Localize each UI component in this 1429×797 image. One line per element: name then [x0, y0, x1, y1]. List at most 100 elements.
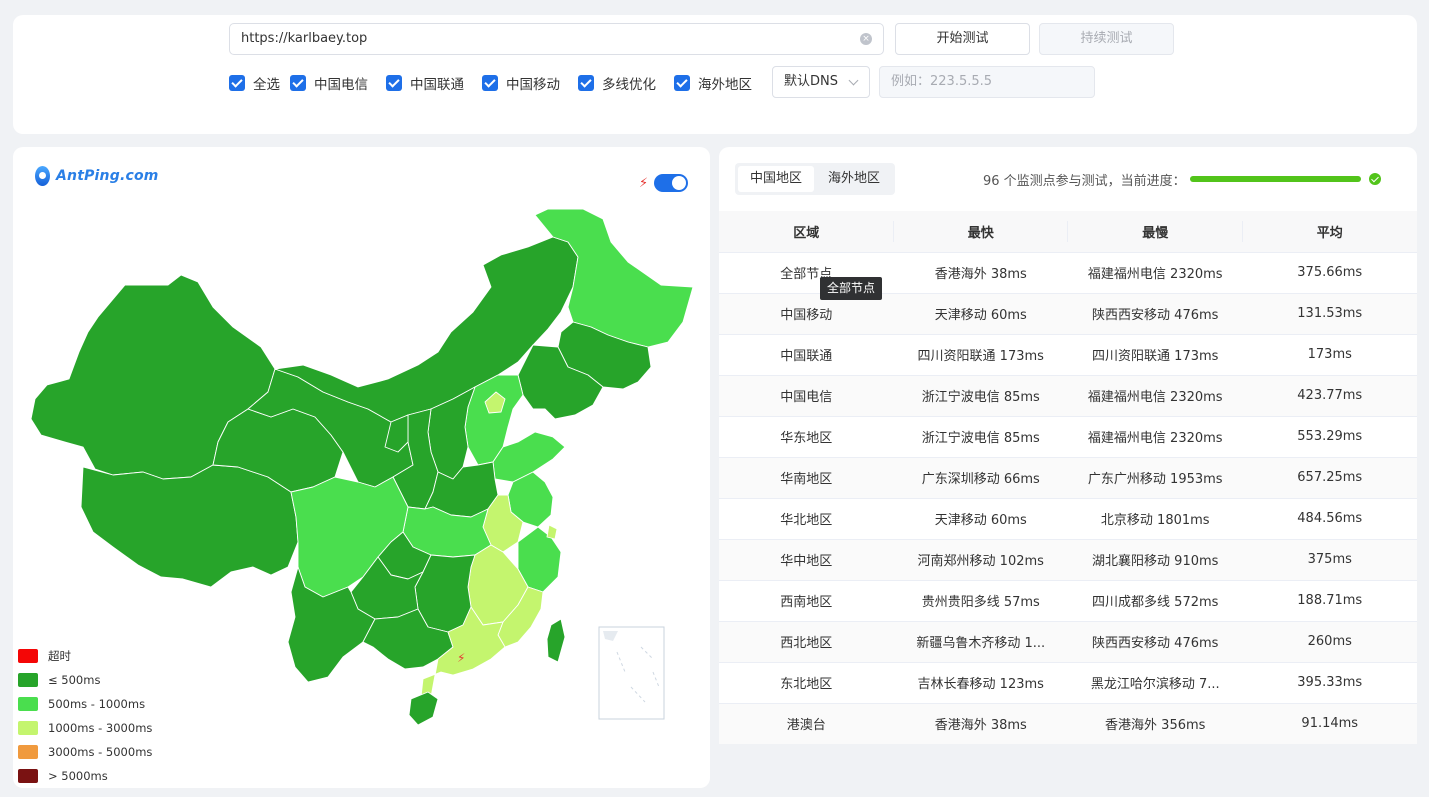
- table-row[interactable]: 华北地区 天津移动 60ms 北京移动 1801ms 484.56ms: [719, 498, 1417, 540]
- cell-region: 港澳台: [719, 703, 894, 744]
- checkbox-icon[interactable]: [578, 75, 594, 91]
- table-row[interactable]: 华东地区 浙江宁波电信 85ms 福建福州电信 2320ms 553.29ms: [719, 416, 1417, 458]
- cell-average: 657.25ms: [1242, 457, 1417, 499]
- cell-fastest: 天津移动 60ms: [893, 498, 1068, 540]
- table-row[interactable]: 港澳台 香港海外 38ms 香港海外 356ms 91.14ms: [719, 703, 1417, 744]
- cell-fastest: 香港海外 38ms: [893, 703, 1068, 744]
- cell-slowest: 四川成都多线 572ms: [1068, 580, 1243, 622]
- checkbox-select-all[interactable]: 全选: [229, 73, 280, 93]
- table-row[interactable]: 中国联通 四川资阳联通 173ms 四川资阳联通 173ms 173ms: [719, 334, 1417, 376]
- dns-server-input[interactable]: 例如：223.5.5.5: [879, 66, 1095, 98]
- cell-slowest: 陕西西安移动 476ms: [1068, 293, 1243, 335]
- checkbox-multiline[interactable]: 多线优化: [578, 73, 656, 93]
- progress-label: 96 个监测点参与测试，当前进度：: [983, 174, 1186, 189]
- cell-average: 188.71ms: [1242, 580, 1417, 622]
- cell-region: 东北地区: [719, 662, 894, 704]
- cell-fastest: 贵州贵阳多线 57ms: [893, 580, 1068, 622]
- cell-region: 西北地区: [719, 621, 894, 663]
- legend-swatch: [18, 697, 38, 711]
- legend-item-1000-3000: 1000ms - 3000ms: [18, 721, 152, 735]
- table-header: 区域 最快 最慢 平均: [719, 211, 1417, 253]
- south-china-sea-inset: [598, 626, 665, 720]
- cell-slowest: 四川资阳联通 173ms: [1068, 334, 1243, 376]
- checkbox-unicom[interactable]: 中国联通: [386, 73, 464, 93]
- cell-fastest: 浙江宁波电信 85ms: [893, 375, 1068, 417]
- cell-average: 375ms: [1242, 539, 1417, 581]
- cell-average: 91.14ms: [1242, 703, 1417, 744]
- legend-item-timeout: 超时: [18, 649, 71, 663]
- cell-average: 173ms: [1242, 334, 1417, 376]
- china-latency-map: ⚡︎: [30, 208, 694, 726]
- tab-overseas[interactable]: 海外地区: [816, 166, 892, 192]
- cell-slowest: 福建福州电信 2320ms: [1068, 416, 1243, 458]
- table-row[interactable]: 西北地区 新疆乌鲁木齐移动 1... 陕西西安移动 476ms 260ms: [719, 621, 1417, 663]
- tooltip: 全部节点: [820, 277, 883, 300]
- legend-swatch: [18, 745, 38, 759]
- cell-fastest: 吉林长春移动 123ms: [893, 662, 1068, 704]
- continuous-test-button[interactable]: 持续测试: [1039, 23, 1174, 55]
- cell-region: 华南地区: [719, 457, 894, 499]
- checkbox-icon[interactable]: [229, 75, 245, 91]
- column-header-slowest: 最慢: [1068, 211, 1243, 253]
- cell-region: 中国联通: [719, 334, 894, 376]
- legend-item-gt5000: > 5000ms: [18, 769, 108, 783]
- cell-slowest: 香港海外 356ms: [1068, 703, 1243, 744]
- start-test-button[interactable]: 开始测试: [895, 23, 1030, 55]
- checkbox-overseas[interactable]: 海外地区: [674, 73, 752, 93]
- table-row[interactable]: 华中地区 河南郑州移动 102ms 湖北襄阳移动 910ms 375ms: [719, 539, 1417, 581]
- table-row[interactable]: 东北地区 吉林长春移动 123ms 黑龙江哈尔滨移动 7... 395.33ms: [719, 662, 1417, 704]
- table-row[interactable]: 西南地区 贵州贵阳多线 57ms 四川成都多线 572ms 188.71ms: [719, 580, 1417, 622]
- legend-item-500-1000: 500ms - 1000ms: [18, 697, 145, 711]
- clear-icon[interactable]: ×: [860, 33, 872, 45]
- cell-average: 395.33ms: [1242, 662, 1417, 704]
- cell-fastest: 浙江宁波电信 85ms: [893, 416, 1068, 458]
- region-hainan[interactable]: [408, 691, 439, 726]
- cell-average: 553.29ms: [1242, 416, 1417, 458]
- region-taiwan[interactable]: [546, 618, 566, 663]
- column-header-average: 平均: [1242, 211, 1417, 253]
- legend-swatch: [18, 673, 38, 687]
- progress-fill: [1190, 176, 1361, 182]
- cell-slowest: 湖北襄阳移动 910ms: [1068, 539, 1243, 581]
- cell-average: 260ms: [1242, 621, 1417, 663]
- checkbox-icon[interactable]: [674, 75, 690, 91]
- cell-fastest: 广东深圳移动 66ms: [893, 457, 1068, 499]
- cell-slowest: 陕西西安移动 476ms: [1068, 621, 1243, 663]
- cell-region: 西南地区: [719, 580, 894, 622]
- url-input[interactable]: https://karlbaey.top: [229, 23, 884, 55]
- cell-average: 375.66ms: [1242, 252, 1417, 294]
- region-tibet[interactable]: [80, 464, 299, 588]
- cell-average: 131.53ms: [1242, 293, 1417, 335]
- column-header-fastest: 最快: [893, 211, 1068, 253]
- cell-region: 中国电信: [719, 375, 894, 417]
- region-tabs: 中国地区 海外地区: [735, 163, 895, 195]
- cell-slowest: 福建福州电信 2320ms: [1068, 375, 1243, 417]
- cell-slowest: 黑龙江哈尔滨移动 7...: [1068, 662, 1243, 704]
- cell-region: 华中地区: [719, 539, 894, 581]
- checkbox-telecom[interactable]: 中国电信: [290, 73, 368, 93]
- cell-region: 华北地区: [719, 498, 894, 540]
- tab-china[interactable]: 中国地区: [738, 166, 814, 192]
- table-row[interactable]: 华南地区 广东深圳移动 66ms 广东广州移动 1953ms 657.25ms: [719, 457, 1417, 499]
- column-header-region: 区域: [719, 211, 894, 253]
- table-row[interactable]: 中国电信 浙江宁波电信 85ms 福建福州电信 2320ms 423.77ms: [719, 375, 1417, 417]
- map-panel: AntPing.com ⚡︎ ⚡︎ 超时 ≤ 500ms 500ms - 100…: [13, 147, 710, 788]
- checkbox-icon[interactable]: [386, 75, 402, 91]
- legend-item-lt500: ≤ 500ms: [18, 673, 100, 687]
- checkbox-icon[interactable]: [482, 75, 498, 91]
- cell-fastest: 四川资阳联通 173ms: [893, 334, 1068, 376]
- legend-item-3000-5000: 3000ms - 5000ms: [18, 745, 152, 759]
- progress-bar: [1190, 176, 1361, 182]
- results-panel: 中国地区 海外地区 96 个监测点参与测试，当前进度： 区域 最快 最慢 平均 …: [719, 147, 1417, 744]
- checkbox-mobile[interactable]: 中国移动: [482, 73, 560, 93]
- dns-select[interactable]: 默认DNS: [772, 66, 870, 98]
- cell-fastest: 香港海外 38ms: [893, 252, 1068, 294]
- lightning-icon: ⚡︎: [457, 651, 465, 665]
- legend-swatch: [18, 649, 38, 663]
- legend-swatch: [18, 769, 38, 783]
- cell-fastest: 河南郑州移动 102ms: [893, 539, 1068, 581]
- checkbox-icon[interactable]: [290, 75, 306, 91]
- region-shanghai[interactable]: [546, 524, 558, 540]
- cell-slowest: 广东广州移动 1953ms: [1068, 457, 1243, 499]
- check-circle-icon: [1369, 173, 1381, 185]
